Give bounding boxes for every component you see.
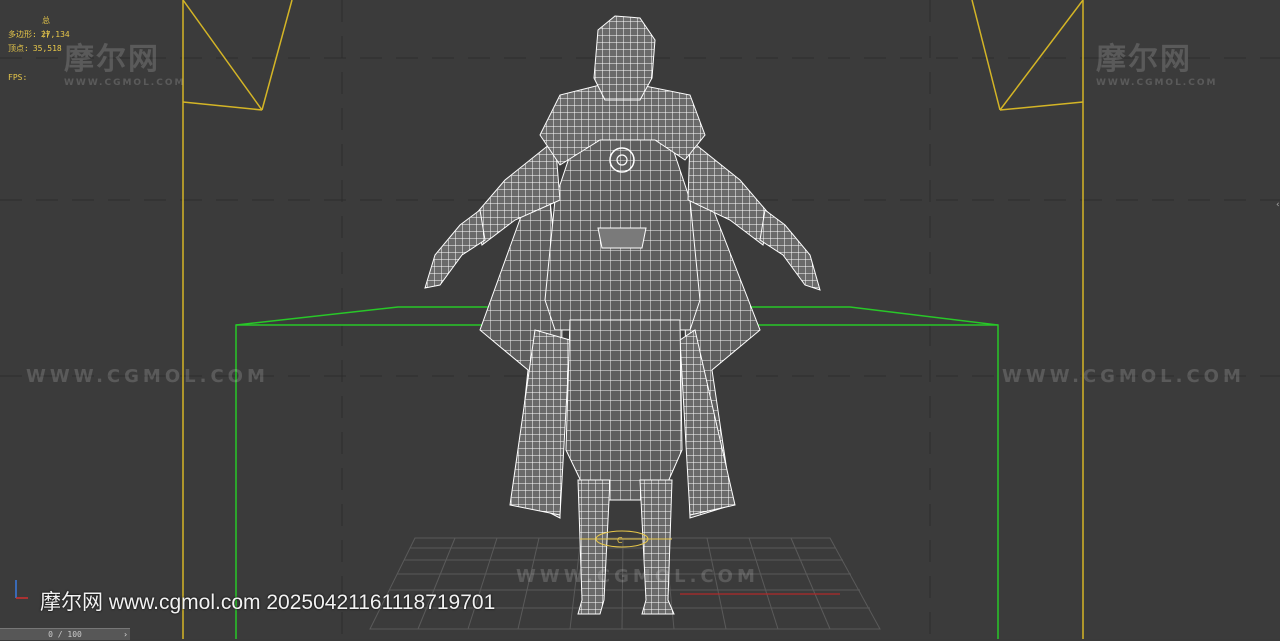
- stats-verts-label: 顶点:: [8, 44, 29, 53]
- watermark-url-center: WWW.CGMOL.COM: [516, 566, 759, 587]
- axis-tripod-icon: [15, 580, 28, 599]
- stats-polys-label: 多边形:: [8, 30, 37, 39]
- stats-fps-label: FPS:: [8, 73, 28, 82]
- character-wireframe[interactable]: [424, 15, 821, 615]
- front-viewport[interactable]: C 总计 多边形: 27,134 顶点: 35,518 FPS: 摩尔网 WWW.C…: [0, 0, 1280, 639]
- watermark-logo-right: 摩尔网 WWW.CGMOL.COM: [1096, 42, 1218, 88]
- credit-watermark-text: 摩尔网 www.cgmol.com 20250421161118719701: [40, 591, 496, 614]
- watermark-url-right: WWW.CGMOL.COM: [1002, 366, 1245, 387]
- time-slider-label: 0 / 100: [48, 630, 82, 639]
- stats-polys: 多边形: 27,134: [8, 28, 70, 42]
- svg-text:C: C: [617, 536, 623, 545]
- time-slider-next-icon[interactable]: ›: [123, 629, 128, 641]
- time-slider[interactable]: 0 / 100 ›: [0, 628, 130, 640]
- viewport-scene[interactable]: C: [0, 0, 1280, 639]
- stats-verts-value: 35,518: [32, 44, 62, 53]
- viewport-edge-marker-icon: ‹: [1276, 200, 1280, 210]
- stats-verts: 顶点: 35,518: [8, 42, 62, 56]
- watermark-logo-left: 摩尔网 WWW.CGMOL.COM: [64, 42, 186, 88]
- watermark-url-left: WWW.CGMOL.COM: [26, 366, 269, 387]
